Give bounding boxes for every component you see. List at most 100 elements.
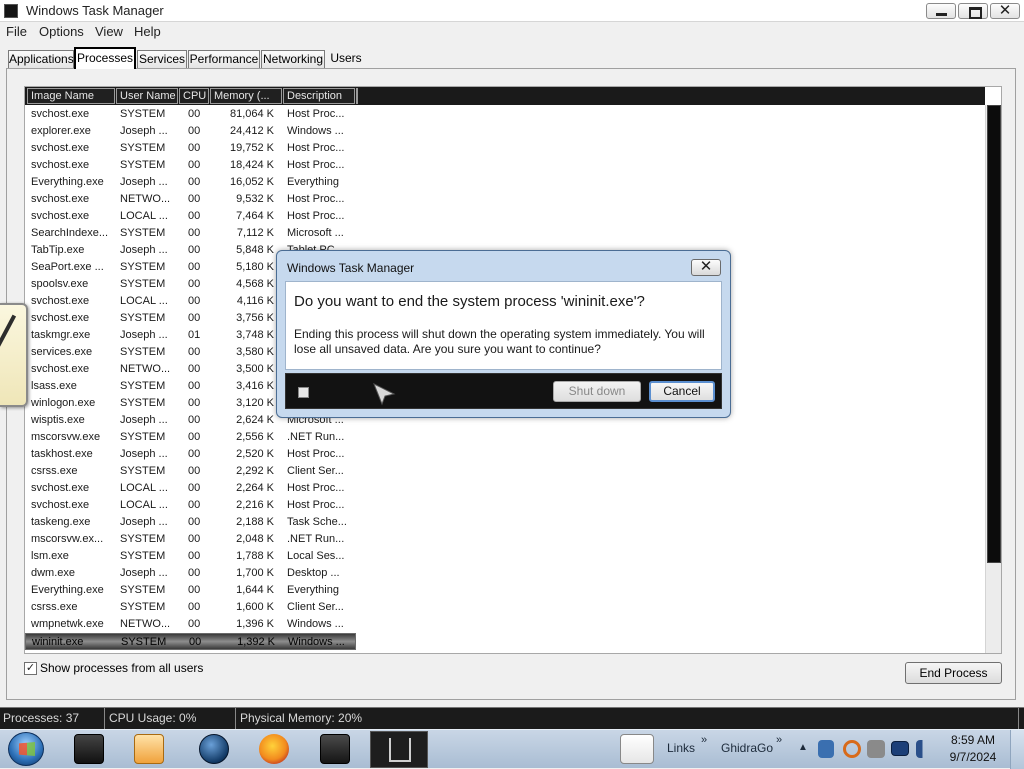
process-user: Joseph ... [120,244,168,256]
column-memory[interactable]: Memory (... [210,88,282,104]
column-user-name[interactable]: User Name [116,88,178,104]
table-row[interactable]: mscorsvw.exe SYSTEM 00 2,556 K .NET Run... [25,429,985,446]
tab-applications[interactable]: Applications [8,50,74,68]
process-memory: 1,644 K [236,584,274,596]
globe-app-icon[interactable] [199,734,229,764]
clock-time[interactable]: 8:59 AM [946,733,1000,747]
process-memory: 1,788 K [236,550,274,562]
process-cpu: 00 [188,295,201,307]
menu-help[interactable]: Help [134,24,161,39]
table-row[interactable]: svchost.exe SYSTEM 00 18,424 K Host Proc... [25,157,985,174]
tablet-input-icon[interactable] [620,734,654,764]
show-all-users-checkbox[interactable]: ✓ [24,662,37,675]
process-memory: 3,120 K [236,397,274,409]
show-all-users-label[interactable]: Show processes from all users [40,661,203,675]
process-description: Desktop ... [287,567,340,579]
firefox-icon[interactable] [259,734,289,764]
tray-tool-icon[interactable] [867,740,885,758]
tray-search-icon[interactable] [843,740,861,758]
process-user: SYSTEM [121,636,167,648]
close-button[interactable]: ✕ [990,2,1020,19]
status-physical-memory: Physical Memory: 20% [240,711,363,725]
process-memory: 1,600 K [236,601,274,613]
column-description[interactable]: Description [283,88,355,104]
process-user: Joseph ... [120,176,168,188]
minimize-button[interactable] [926,3,956,19]
table-row-selected[interactable]: wininit.exe SYSTEM 00 1,392 K Windows ... [25,633,356,650]
dialog-checkbox[interactable] [298,387,309,398]
dialog-close-button[interactable]: ✕ [691,258,721,276]
tray-app-icon[interactable] [818,740,834,758]
menu-view[interactable]: View [95,24,123,39]
table-row[interactable]: svchost.exe LOCAL ... 00 2,216 K Host Proc..… [25,497,985,514]
task-manager-taskbar-button[interactable] [370,731,428,768]
clock-date[interactable]: 9/7/2024 [946,750,1000,764]
network-icon[interactable] [891,741,909,756]
process-memory: 2,216 K [236,499,274,511]
dialog-footer: Shut down Cancel [285,373,722,409]
table-row[interactable]: svchost.exe LOCAL ... 00 7,464 K Host Proc..… [25,208,985,225]
process-cpu: 00 [188,380,201,392]
process-name: svchost.exe [31,159,90,171]
app-icon-box[interactable] [74,734,104,764]
pen-widget[interactable] [0,303,28,407]
process-description: Client Ser... [287,465,344,477]
tab-users[interactable]: Users [326,50,366,68]
table-row[interactable]: svchost.exe NETWO... 00 9,532 K Host Proc... [25,191,985,208]
table-row[interactable]: taskhost.exe Joseph ... 00 2,520 K Host Proc… [25,446,985,463]
table-row[interactable]: SearchIndexe... SYSTEM 00 7,112 K Microsoft … [25,225,985,242]
shut-down-button[interactable]: Shut down [553,381,641,402]
process-memory: 3,500 K [236,363,274,375]
ghidrago-toolbar[interactable]: GhidraGo [721,741,773,755]
media-player-icon[interactable] [134,734,164,764]
table-row[interactable]: explorer.exe Joseph ... 00 24,412 K Windows … [25,123,985,140]
table-row[interactable]: wmpnetwk.exe NETWO... 00 1,396 K Windows ... [25,616,985,633]
process-name: svchost.exe [31,295,90,307]
terminal-app-icon[interactable] [320,734,350,764]
column-cpu[interactable]: CPU [179,88,209,104]
process-cpu: 00 [188,533,201,545]
menu-options[interactable]: Options [39,24,84,39]
table-row[interactable]: Everything.exe SYSTEM 00 1,644 K Everything [25,582,985,599]
table-row[interactable]: svchost.exe LOCAL ... 00 2,264 K Host Proc..… [25,480,985,497]
table-row[interactable]: taskeng.exe Joseph ... 00 2,188 K Task Sche.… [25,514,985,531]
cancel-button[interactable]: Cancel [649,381,715,402]
tray-expand-icon[interactable]: ▲ [798,742,808,753]
scrollbar-thumb[interactable] [987,105,1001,563]
table-row[interactable]: svchost.exe SYSTEM 00 19,752 K Host Proc... [25,140,985,157]
tab-services[interactable]: Services [137,50,187,68]
chevron-right-icon[interactable]: » [776,734,782,746]
table-row[interactable]: dwm.exe Joseph ... 00 1,700 K Desktop ... [25,565,985,582]
process-name: wmpnetwk.exe [31,618,104,630]
process-description: Host Proc... [287,448,345,460]
process-user: Joseph ... [120,125,168,137]
process-memory: 5,180 K [236,261,274,273]
tab-processes[interactable]: Processes [74,47,136,69]
tab-performance[interactable]: Performance [188,50,260,68]
table-row[interactable]: Everything.exe Joseph ... 00 16,052 K Everyt… [25,174,985,191]
end-process-button[interactable]: End Process [905,662,1002,684]
maximize-button[interactable] [958,3,988,19]
table-row[interactable]: svchost.exe SYSTEM 00 81,064 K Host Proc... [25,106,985,123]
table-row[interactable]: mscorsvw.ex... SYSTEM 00 2,048 K .NET Run... [25,531,985,548]
tab-networking[interactable]: Networking [261,50,325,68]
column-image-name[interactable]: Image Name [27,88,115,104]
close-icon: ✕ [699,258,713,275]
links-toolbar[interactable]: Links [667,741,695,755]
process-name: svchost.exe [31,312,90,324]
table-row[interactable]: lsm.exe SYSTEM 00 1,788 K Local Ses... [25,548,985,565]
title-bar[interactable]: Windows Task Manager ✕ [0,0,1024,22]
table-row[interactable]: csrss.exe SYSTEM 00 1,600 K Client Ser... [25,599,985,616]
process-user: NETWO... [120,193,171,205]
dialog-message: Ending this process will shut down the o… [294,327,705,356]
menu-file[interactable]: File [6,24,27,39]
start-button[interactable] [8,732,44,766]
process-cpu: 00 [188,618,201,630]
process-cpu: 00 [188,278,201,290]
volume-icon[interactable] [916,740,932,758]
vertical-scrollbar[interactable] [985,105,1001,653]
table-row[interactable]: csrss.exe SYSTEM 00 2,292 K Client Ser... [25,463,985,480]
chevron-right-icon[interactable]: » [701,734,707,746]
process-cpu: 00 [188,108,201,120]
show-desktop-button[interactable] [1010,730,1024,769]
